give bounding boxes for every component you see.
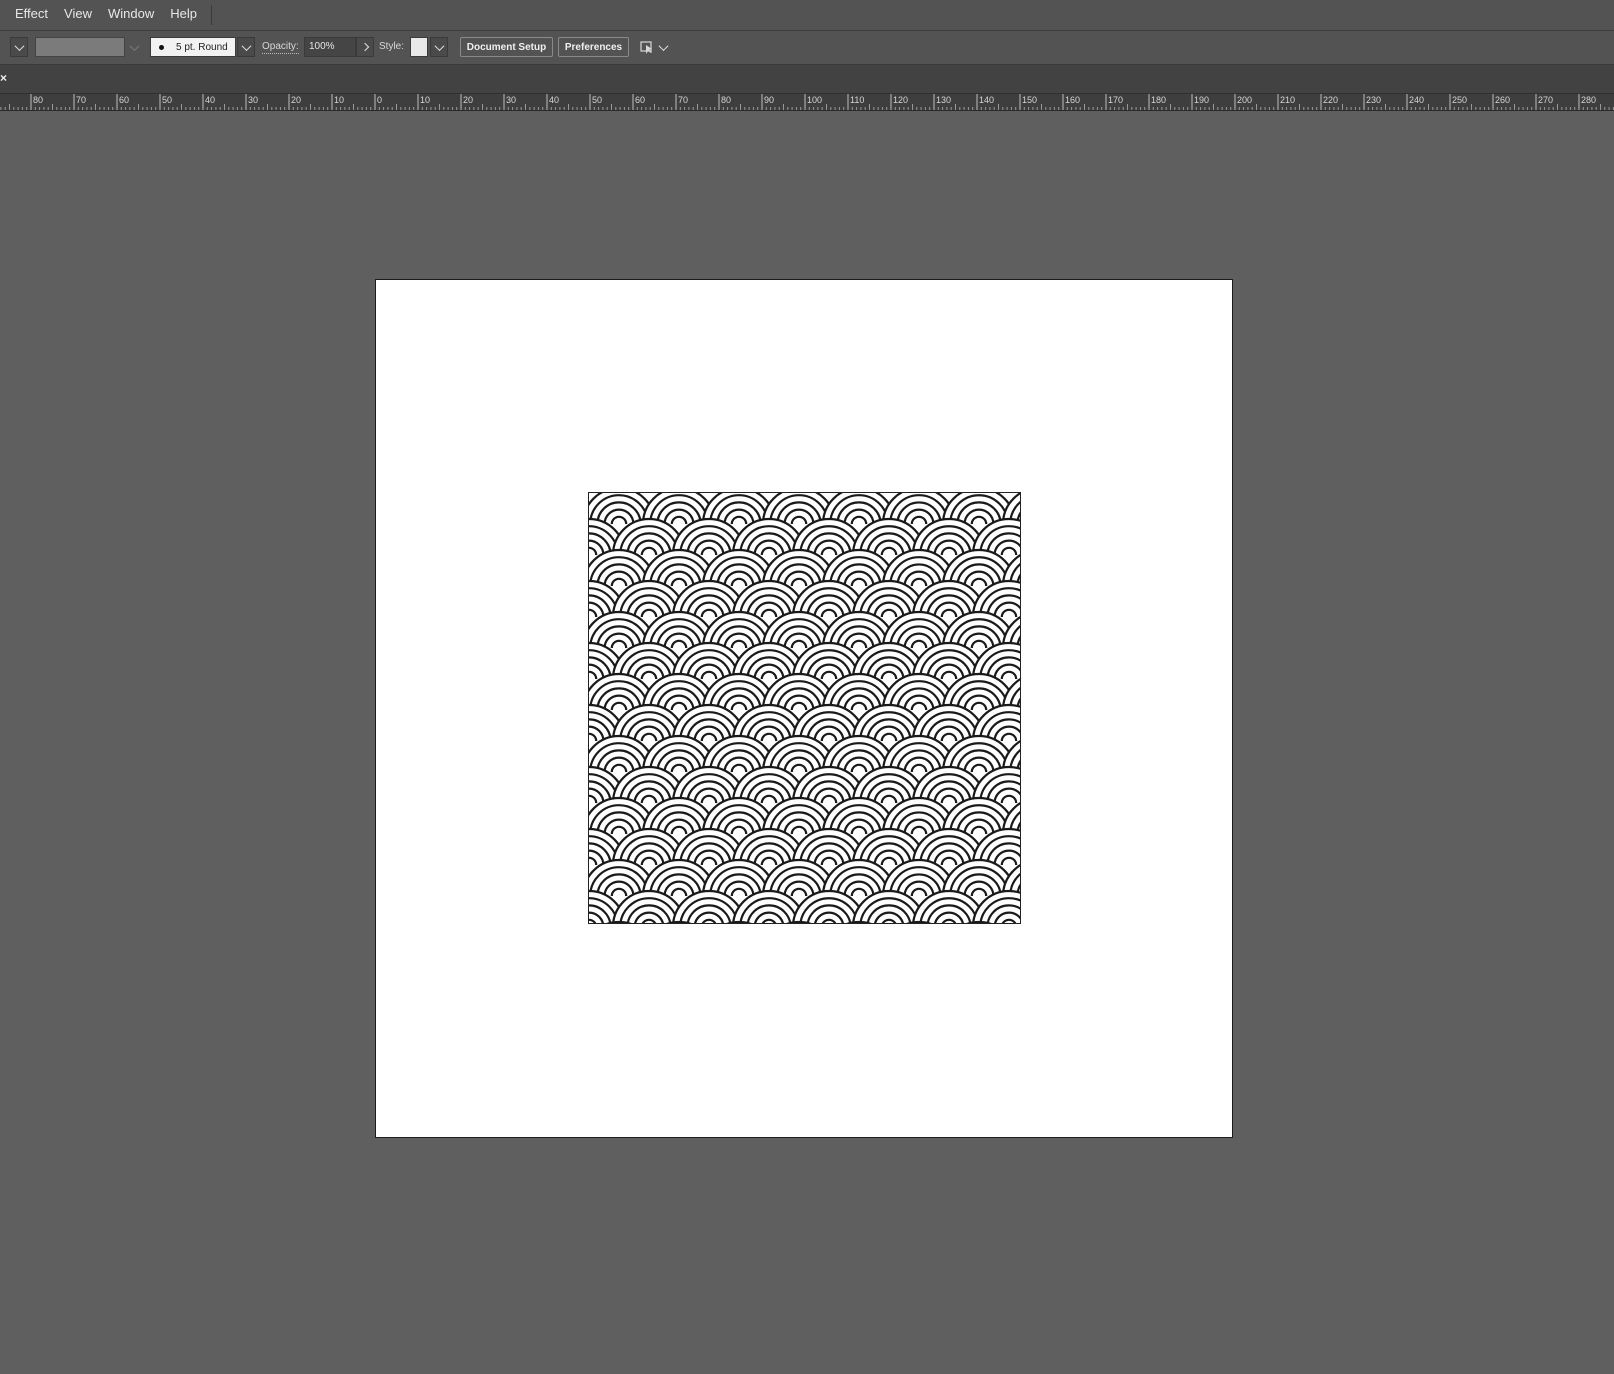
- arrange-icon: [640, 41, 652, 54]
- ruler-label: 80: [721, 95, 731, 105]
- style-dropdown-button[interactable]: [430, 37, 448, 57]
- seigaiha-pattern-swatch[interactable]: [588, 492, 1021, 924]
- stroke-dropdown-button[interactable]: [10, 37, 28, 57]
- document-setup-button[interactable]: Document Setup: [460, 37, 553, 57]
- menu-window[interactable]: Window: [100, 0, 162, 30]
- ruler-ticks: 80 70 60 50 40 30 20 10 0 10 20 30 40 50 60 70 80 90 100 11…: [0, 94, 1614, 110]
- control-bar: 5 pt. Round Opacity: 100% Style: Documen…: [0, 31, 1614, 65]
- ruler-label: 10: [334, 95, 344, 105]
- chevron-down-icon: [241, 40, 251, 51]
- ruler-label: 0: [377, 95, 382, 105]
- chevron-down-icon: [14, 40, 24, 51]
- close-tab-icon[interactable]: ×: [0, 71, 7, 85]
- menu-divider: [210, 5, 212, 25]
- ruler-label: 230: [1366, 95, 1381, 105]
- ruler-label: 60: [119, 95, 129, 105]
- ruler-label: 220: [1323, 95, 1338, 105]
- ruler-label: 240: [1409, 95, 1424, 105]
- ruler-label: 50: [592, 95, 602, 105]
- profile-dropdown-button[interactable]: [128, 37, 140, 57]
- ruler-label: 190: [1194, 95, 1209, 105]
- brush-dot-icon: [159, 44, 164, 50]
- variable-width-profile-swatch[interactable]: [35, 37, 125, 57]
- ruler-label: 170: [1108, 95, 1123, 105]
- ruler-label: 70: [678, 95, 688, 105]
- wave-pattern-graphic: [589, 493, 1020, 923]
- menu-help[interactable]: Help: [162, 0, 205, 30]
- ruler-label: 140: [979, 95, 994, 105]
- ruler-label: 50: [162, 95, 172, 105]
- ruler-label: 30: [506, 95, 516, 105]
- horizontal-ruler[interactable]: 80 70 60 50 40 30 20 10 0 10 20 30 40 50 60 70 80 90 100 11…: [0, 94, 1614, 111]
- document-tab-strip: ×: [0, 65, 1614, 94]
- ruler-label: 10: [420, 95, 430, 105]
- arrange-documents-button[interactable]: [638, 37, 672, 57]
- graphic-style-swatch[interactable]: [410, 37, 428, 57]
- ruler-label: 210: [1280, 95, 1295, 105]
- ruler-label: 20: [463, 95, 473, 105]
- ruler-label: 90: [764, 95, 774, 105]
- opacity-expand-button[interactable]: [356, 37, 374, 57]
- menu-bar: Effect View Window Help: [0, 0, 1614, 31]
- chevron-down-icon: [129, 40, 139, 51]
- style-label: Style:: [379, 41, 405, 52]
- brush-dropdown-button[interactable]: [237, 37, 255, 57]
- ruler-label: 200: [1237, 95, 1252, 105]
- ruler-label: 270: [1538, 95, 1553, 105]
- menu-view[interactable]: View: [56, 0, 100, 30]
- ruler-label: 260: [1495, 95, 1510, 105]
- opacity-input[interactable]: 100%: [304, 37, 356, 57]
- ruler-label: 150: [1022, 95, 1037, 105]
- ruler-label: 70: [76, 95, 86, 105]
- preferences-button[interactable]: Preferences: [558, 37, 629, 57]
- opacity-label[interactable]: Opacity:: [262, 40, 299, 54]
- ruler-label: 100: [807, 95, 822, 105]
- ruler-label: 60: [635, 95, 645, 105]
- brush-definition-field[interactable]: 5 pt. Round: [150, 37, 236, 57]
- ruler-label: 20: [291, 95, 301, 105]
- menu-effect[interactable]: Effect: [0, 0, 56, 30]
- chevron-down-icon: [434, 40, 444, 51]
- ruler-label: 120: [893, 95, 908, 105]
- ruler-label: 180: [1151, 95, 1166, 105]
- ruler-label: 250: [1452, 95, 1467, 105]
- brush-definition-label: 5 pt. Round: [176, 41, 228, 53]
- ruler-label: 280: [1581, 95, 1596, 105]
- ruler-label: 160: [1065, 95, 1080, 105]
- ruler-label: 40: [205, 95, 215, 105]
- chevron-right-icon: [360, 42, 370, 52]
- chevron-down-icon: [658, 40, 669, 51]
- ruler-label: 40: [549, 95, 559, 105]
- ruler-label: 80: [33, 95, 43, 105]
- ruler-label: 30: [248, 95, 258, 105]
- ruler-label: 110: [850, 95, 864, 105]
- ruler-label: 130: [936, 95, 951, 105]
